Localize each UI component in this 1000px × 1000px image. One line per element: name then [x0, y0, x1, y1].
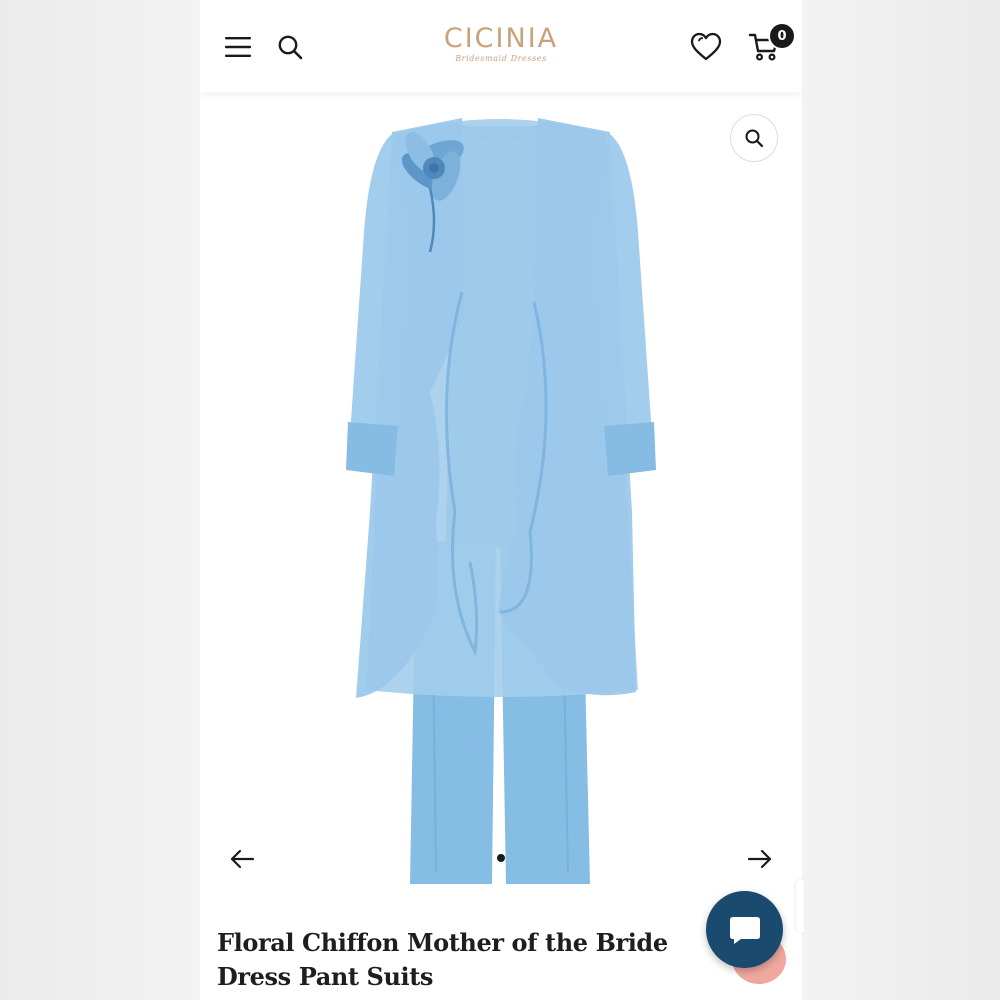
page-background-left: [0, 0, 200, 1000]
side-panel-edge: [796, 880, 804, 932]
previous-image-button[interactable]: [222, 842, 262, 876]
product-gallery[interactable]: [200, 92, 802, 900]
page-background-right: [802, 0, 1000, 1000]
magnifier-icon: [745, 129, 764, 148]
wishlist-button[interactable]: [686, 28, 726, 66]
brand-tagline: Bridesmaid Dresses: [455, 54, 547, 63]
zoom-button[interactable]: [730, 114, 778, 162]
menu-button[interactable]: [220, 30, 256, 64]
search-button[interactable]: [272, 30, 308, 64]
site-header: CICINIA Bridesmaid Dresses 0: [200, 0, 802, 92]
arrow-right-icon: [747, 849, 772, 869]
mobile-viewport: CICINIA Bridesmaid Dresses 0 Floral Chif…: [200, 0, 802, 1000]
brand-logo[interactable]: CICINIA Bridesmaid Dresses: [400, 24, 602, 64]
hamburger-menu-icon: [225, 37, 251, 57]
chat-button[interactable]: [706, 891, 783, 968]
next-image-button[interactable]: [740, 842, 780, 876]
brand-name: CICINIA: [443, 23, 559, 54]
cart-count-badge: 0: [768, 22, 796, 50]
slide-indicator-dot[interactable]: [497, 854, 505, 862]
product-title: Floral Chiffon Mother of the Bride Dress…: [217, 928, 668, 991]
heart-icon: [690, 32, 722, 61]
product-image: [346, 118, 656, 884]
chat-bubble-icon: [729, 916, 760, 944]
arrow-left-icon: [230, 849, 255, 869]
search-icon: [278, 35, 303, 60]
